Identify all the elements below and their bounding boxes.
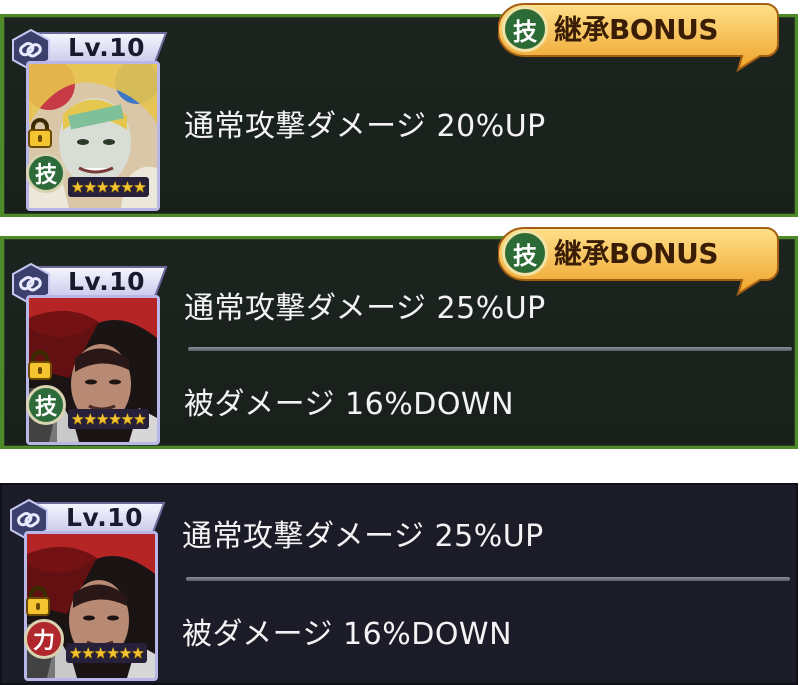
soul-link-card-3[interactable]: Lv.10 力 ★★★★★★ 通常攻撃ダメージ 25%UP 被ダメージ 16%D…	[0, 483, 798, 685]
skill-bonus-icon: 技	[502, 230, 548, 276]
bonus-label: 継承BONUS	[554, 237, 718, 270]
level-label: Lv.10	[68, 33, 145, 62]
power-type-badge: 力	[24, 619, 64, 659]
effect-text: 通常攻撃ダメージ 25%UP	[184, 291, 546, 326]
rarity-stars: ★★★★★★	[66, 643, 147, 663]
inherit-bonus-badge: 技 継承BONUS	[498, 2, 780, 72]
lock-icon	[28, 350, 52, 380]
bonus-label: 継承BONUS	[554, 13, 718, 46]
effect-divider	[188, 347, 792, 351]
effect-text: 被ダメージ 16%DOWN	[184, 387, 515, 422]
skill-type-badge: 技	[26, 385, 66, 425]
level-label: Lv.10	[66, 503, 143, 532]
effect-text: 通常攻撃ダメージ 20%UP	[184, 109, 546, 144]
inherit-bonus-badge: 技 継承BONUS	[498, 226, 780, 296]
effect-divider	[186, 577, 790, 581]
lock-icon	[26, 586, 50, 616]
effect-text: 被ダメージ 16%DOWN	[182, 617, 513, 652]
skill-bonus-icon: 技	[502, 6, 548, 52]
level-label: Lv.10	[68, 267, 145, 296]
rarity-stars: ★★★★★★	[68, 177, 149, 197]
lock-icon	[28, 118, 52, 148]
rarity-stars: ★★★★★★	[68, 409, 149, 429]
skill-type-badge: 技	[26, 153, 66, 193]
effect-text: 通常攻撃ダメージ 25%UP	[182, 519, 544, 554]
